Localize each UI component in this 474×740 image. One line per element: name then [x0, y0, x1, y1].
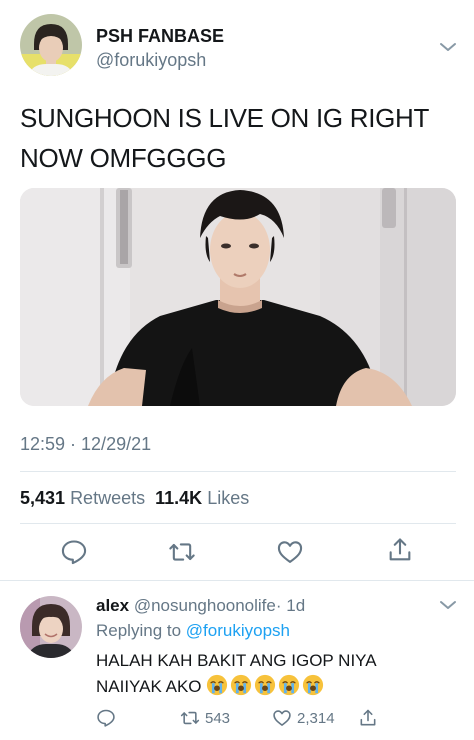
reply-icon[interactable]	[60, 538, 88, 566]
crying-face-emoji-icon	[230, 674, 252, 696]
reply-like-button[interactable]: 2,314	[272, 707, 335, 729]
retweet-icon	[180, 711, 200, 725]
replying-to-mention[interactable]: @forukiyopsh	[186, 621, 290, 640]
retweet-icon[interactable]	[168, 538, 196, 566]
crying-face-emoji-icon	[302, 674, 324, 696]
crying-face-emoji-icon	[254, 674, 276, 696]
likes-stat[interactable]: 11.4K Likes	[150, 488, 249, 508]
retweets-label: Retweets	[70, 488, 146, 508]
replying-to: Replying to @forukiyopsh	[96, 621, 290, 641]
retweets-stat[interactable]: 5,431 Retweets	[20, 488, 145, 508]
tweet-text: SUNGHOON IS LIVE ON IG RIGHT NOW OMFGGGG	[20, 103, 429, 173]
share-icon[interactable]	[386, 536, 414, 564]
tweet-media-image[interactable]	[20, 188, 456, 406]
likes-label: Likes	[207, 488, 250, 508]
likes-count: 11.4K	[155, 488, 203, 508]
reply-author-name[interactable]: alex	[96, 596, 129, 615]
chevron-down-icon[interactable]	[438, 598, 458, 612]
tweet-stats: 5,431 Retweets 11.4K Likes	[20, 488, 249, 509]
reply-icon	[97, 709, 115, 727]
reply-retweet-button[interactable]: 543	[180, 707, 230, 729]
divider	[20, 523, 456, 524]
main-tweet: PSH FANBASE @forukiyopsh SUNGHOON IS LIV…	[0, 0, 474, 580]
like-icon	[273, 710, 291, 726]
divider	[20, 471, 456, 472]
reply-like-count: 2,314	[297, 709, 335, 727]
reply-author-handle[interactable]: @nosunghoonolife	[134, 596, 276, 615]
divider	[0, 580, 474, 581]
reply-text: HALAH KAH BAKIT ANG IGOP NIYA NAIIYAK AK…	[96, 648, 436, 700]
retweets-count: 5,431	[20, 488, 66, 508]
crying-face-emoji-icon	[278, 674, 300, 696]
author-display-name[interactable]: PSH FANBASE	[96, 26, 224, 47]
like-icon[interactable]	[276, 538, 304, 566]
crying-face-emoji-icon	[206, 674, 228, 696]
author-avatar[interactable]	[20, 14, 82, 76]
chevron-down-icon[interactable]	[438, 40, 458, 54]
reply-retweet-count: 543	[205, 709, 231, 727]
reply-reply-button[interactable]	[96, 707, 116, 729]
reply-age: · 1d	[275, 596, 306, 615]
replying-to-label: Replying to	[96, 621, 182, 640]
tweet-timestamp: 12:59 · 12/29/21	[20, 434, 152, 454]
reply-share-button[interactable]	[358, 707, 378, 729]
reply-author-avatar[interactable]	[20, 596, 82, 658]
author-handle[interactable]: @forukiyopsh	[96, 50, 206, 71]
share-icon	[360, 709, 376, 726]
reply-header: alex @nosunghoonolife· 1d	[96, 596, 305, 616]
emoji-group	[206, 674, 326, 696]
